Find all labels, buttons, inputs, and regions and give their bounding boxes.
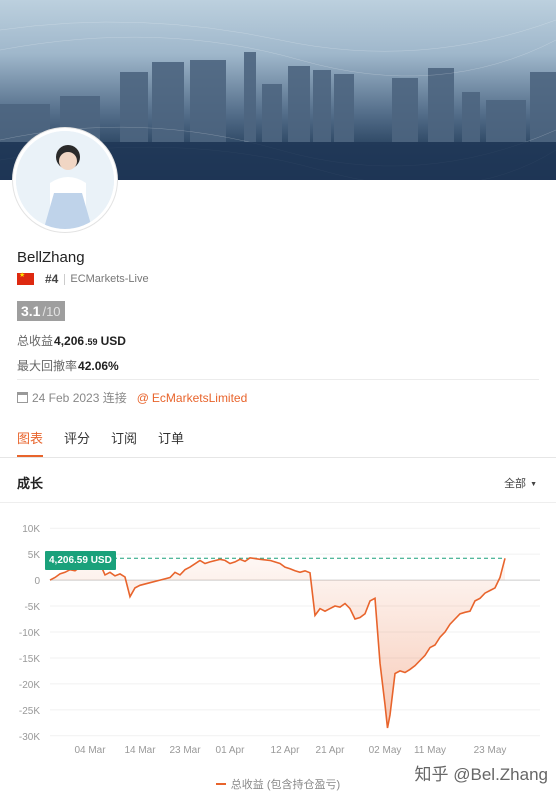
total-profit-label: 总收益 bbox=[17, 334, 54, 348]
caret-down-icon: ▼ bbox=[530, 480, 537, 488]
tab-chart[interactable]: 图表 bbox=[17, 428, 44, 457]
max-drawdown-row: 最大回撤率 42.06% bbox=[17, 357, 119, 374]
x-tick-label: 21 Apr bbox=[316, 745, 346, 756]
range-filter-label: 全部 bbox=[504, 478, 527, 490]
separator bbox=[64, 273, 66, 285]
broker-link[interactable]: @ EcMarketsLimited bbox=[137, 391, 248, 405]
x-tick-label: 12 Apr bbox=[271, 745, 301, 756]
y-tick-label: -20K bbox=[19, 680, 40, 691]
total-profit-integer: 4,206 bbox=[54, 334, 85, 348]
watermark: 知乎 @Bel.Zhang bbox=[414, 765, 548, 784]
y-tick-label: -30K bbox=[19, 732, 40, 743]
section-divider bbox=[0, 502, 556, 503]
x-tick-label: 23 May bbox=[474, 745, 507, 756]
y-tick-label: 0 bbox=[34, 576, 40, 587]
tab-orders[interactable]: 订单 bbox=[158, 428, 184, 457]
x-tick-label: 11 May bbox=[414, 745, 446, 756]
profile-tabs: 图表 评分 订阅 订单 bbox=[17, 428, 205, 457]
y-tick-label: 10K bbox=[22, 524, 40, 535]
rank-row: #4 ECMarkets-Live bbox=[17, 271, 149, 286]
y-tick-label: -15K bbox=[19, 654, 40, 665]
y-tick-label: -10K bbox=[19, 628, 40, 639]
score-badge: 3.1 /10 bbox=[17, 301, 65, 321]
trader-username: BellZhang bbox=[17, 249, 85, 266]
calendar-icon bbox=[17, 392, 28, 403]
section-title: 成长 bbox=[17, 476, 44, 491]
growth-chart[interactable]: 10K 5K 0 -5K -10K -15K -20K -25K -30K 04 Mar 14 M… bbox=[0, 505, 556, 775]
legend-swatch bbox=[215, 783, 226, 785]
y-tick-label: 5K bbox=[28, 550, 41, 561]
tabs-divider bbox=[0, 457, 556, 458]
x-tick-label: 01 Apr bbox=[216, 745, 246, 756]
connected-date: 24 Feb 2023 连接 bbox=[32, 391, 127, 405]
broker-link-text: EcMarketsLimited bbox=[151, 390, 248, 405]
x-tick-label: 23 Mar bbox=[169, 745, 201, 756]
avatar[interactable] bbox=[13, 128, 117, 232]
at-symbol: @ bbox=[136, 390, 149, 405]
legend-label: 总收益 (包含持仓盈亏) bbox=[230, 779, 341, 791]
y-tick-label: -5K bbox=[24, 602, 40, 613]
rank-number: #4 bbox=[45, 272, 59, 286]
x-tick-label: 14 Mar bbox=[124, 745, 156, 756]
connection-meta: 24 Feb 2023 连接 @ EcMarketsLimited bbox=[17, 389, 247, 406]
max-drawdown-value: 42.06% bbox=[78, 359, 119, 373]
total-profit-decimal: .59 bbox=[85, 337, 98, 347]
total-profit-row: 总收益 4,206 .59 USD bbox=[17, 332, 126, 349]
x-tick-label: 04 Mar bbox=[74, 745, 106, 756]
range-filter-dropdown[interactable]: 全部 ▼ bbox=[504, 475, 537, 491]
broker-account: ECMarkets-Live bbox=[70, 273, 149, 285]
y-tick-label: -25K bbox=[19, 706, 40, 717]
tab-rating[interactable]: 评分 bbox=[64, 428, 90, 457]
score-max: /10 bbox=[42, 303, 61, 319]
china-flag-icon bbox=[17, 271, 34, 285]
score-value: 3.1 bbox=[21, 303, 41, 319]
x-tick-label: 02 May bbox=[369, 745, 402, 756]
total-profit-unit: USD bbox=[100, 334, 126, 348]
tab-subscribe[interactable]: 订阅 bbox=[111, 428, 137, 457]
divider bbox=[17, 379, 539, 380]
avatar-photo bbox=[16, 131, 114, 229]
max-drawdown-label: 最大回撤率 bbox=[17, 359, 78, 373]
current-value-tag: 4,206.59 USD bbox=[45, 551, 116, 570]
